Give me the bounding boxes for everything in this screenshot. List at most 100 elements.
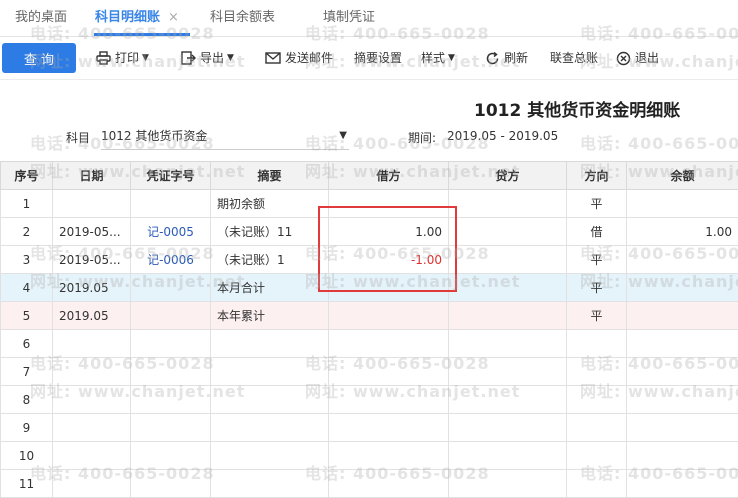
- cell-debit: [329, 414, 449, 442]
- cell-voucher: [131, 414, 211, 442]
- export-icon: [181, 51, 196, 65]
- cell-voucher: [131, 330, 211, 358]
- cell-summary: [211, 442, 329, 470]
- header-debit: 借方: [329, 162, 449, 190]
- cell-balance: [627, 246, 738, 274]
- table-row-year-total[interactable]: 5 2019.05 本年累计 平: [1, 302, 738, 330]
- table-row[interactable]: 3 2019-05... 记-0006 （未记账）1 -1.00 平: [1, 246, 738, 274]
- printer-icon: [96, 51, 111, 65]
- cell-debit: -1.00: [329, 246, 449, 274]
- cell-voucher: [131, 442, 211, 470]
- cell-summary: 期初余额: [211, 190, 329, 218]
- exit-button[interactable]: 退出: [616, 43, 659, 73]
- cell-no: 4: [1, 274, 53, 302]
- link-general-ledger-label: 联查总账: [550, 43, 598, 73]
- cell-debit: [329, 190, 449, 218]
- tab-label: 我的桌面: [15, 10, 67, 25]
- header-date: 日期: [53, 162, 131, 190]
- summary-settings-button[interactable]: 摘要设置: [354, 43, 402, 73]
- period-value: 2019.05 - 2019.05: [447, 129, 558, 143]
- cell-voucher[interactable]: [131, 190, 211, 218]
- email-icon: [265, 51, 281, 65]
- cell-voucher: [131, 358, 211, 386]
- table-row-month-total[interactable]: 4 2019.05 本月合计 平: [1, 274, 738, 302]
- cell-direction: [567, 330, 627, 358]
- cell-voucher[interactable]: 记-0005: [131, 218, 211, 246]
- cell-no: 9: [1, 414, 53, 442]
- cell-credit: [449, 442, 567, 470]
- cell-date: [53, 330, 131, 358]
- cell-date: [53, 470, 131, 498]
- cell-balance: [627, 302, 738, 330]
- header-voucher: 凭证字号: [131, 162, 211, 190]
- tab-bar: 我的桌面 科目明细账× 科目余额表 填制凭证: [0, 0, 738, 37]
- style-dropdown[interactable]: 样式▼: [421, 43, 455, 73]
- tab-fill-voucher[interactable]: 填制凭证: [323, 0, 375, 36]
- cell-date: 2019-05...: [53, 246, 131, 274]
- export-button[interactable]: 导出▼: [181, 43, 234, 73]
- cell-summary: [211, 358, 329, 386]
- subject-value: 1012 其他货币资金: [101, 129, 207, 143]
- exit-label: 退出: [635, 43, 659, 73]
- cell-credit: [449, 218, 567, 246]
- cell-summary: 本月合计: [211, 274, 329, 302]
- cell-summary: （未记账）1: [211, 246, 329, 274]
- style-label: 样式: [421, 43, 445, 73]
- cell-debit: [329, 442, 449, 470]
- cell-direction: [567, 386, 627, 414]
- query-button[interactable]: 查 询: [2, 43, 76, 73]
- cell-no: 8: [1, 386, 53, 414]
- report-title: 1012 其他货币资金明细账: [474, 96, 680, 121]
- tab-subject-detail-ledger[interactable]: 科目明细账×: [95, 0, 179, 36]
- cell-direction: 平: [567, 302, 627, 330]
- tab-subject-balance[interactable]: 科目余额表: [210, 0, 275, 36]
- cell-summary: （未记账）11: [211, 218, 329, 246]
- cell-no: 6: [1, 330, 53, 358]
- active-tab-indicator: [94, 33, 190, 36]
- cell-balance: [627, 414, 738, 442]
- subject-select[interactable]: 1012 其他货币资金 ▼: [101, 123, 349, 150]
- cell-no: 5: [1, 302, 53, 330]
- print-button[interactable]: 打印▼: [96, 43, 149, 73]
- table-row: 7: [1, 358, 738, 386]
- send-email-label: 发送邮件: [285, 43, 333, 73]
- link-general-ledger-button[interactable]: 联查总账: [550, 43, 598, 73]
- tab-my-desktop[interactable]: 我的桌面: [15, 0, 67, 36]
- cell-direction: [567, 470, 627, 498]
- table-row[interactable]: 2 2019-05... 记-0005 （未记账）11 1.00 借 1.00: [1, 218, 738, 246]
- send-email-button[interactable]: 发送邮件: [265, 43, 333, 73]
- cell-date: [53, 386, 131, 414]
- cell-summary: [211, 414, 329, 442]
- cell-date: 2019.05: [53, 302, 131, 330]
- cell-balance: [627, 470, 738, 498]
- cell-direction: [567, 414, 627, 442]
- cell-credit: [449, 386, 567, 414]
- cell-debit: [329, 274, 449, 302]
- close-icon[interactable]: ×: [168, 10, 179, 25]
- header-balance: 余额: [627, 162, 738, 190]
- cell-balance: [627, 442, 738, 470]
- cell-no: 10: [1, 442, 53, 470]
- cell-summary: 本年累计: [211, 302, 329, 330]
- table-row[interactable]: 1 期初余额 平: [1, 190, 738, 218]
- cell-direction: 借: [567, 218, 627, 246]
- cell-debit: [329, 470, 449, 498]
- cell-voucher: [131, 470, 211, 498]
- cell-voucher[interactable]: 记-0006: [131, 246, 211, 274]
- close-circle-icon: [616, 51, 631, 66]
- refresh-button[interactable]: 刷新: [485, 43, 528, 73]
- print-label: 打印: [115, 43, 139, 73]
- export-label: 导出: [200, 43, 224, 73]
- cell-credit: [449, 302, 567, 330]
- cell-debit: 1.00: [329, 218, 449, 246]
- summary-settings-label: 摘要设置: [354, 43, 402, 73]
- chevron-down-icon: ▼: [448, 43, 455, 73]
- refresh-icon: [485, 51, 500, 66]
- table-row: 8: [1, 386, 738, 414]
- table-row: 10: [1, 442, 738, 470]
- cell-debit: [329, 302, 449, 330]
- cell-direction: 平: [567, 274, 627, 302]
- cell-credit: [449, 190, 567, 218]
- period-label: 期间:: [408, 129, 436, 146]
- header-summary: 摘要: [211, 162, 329, 190]
